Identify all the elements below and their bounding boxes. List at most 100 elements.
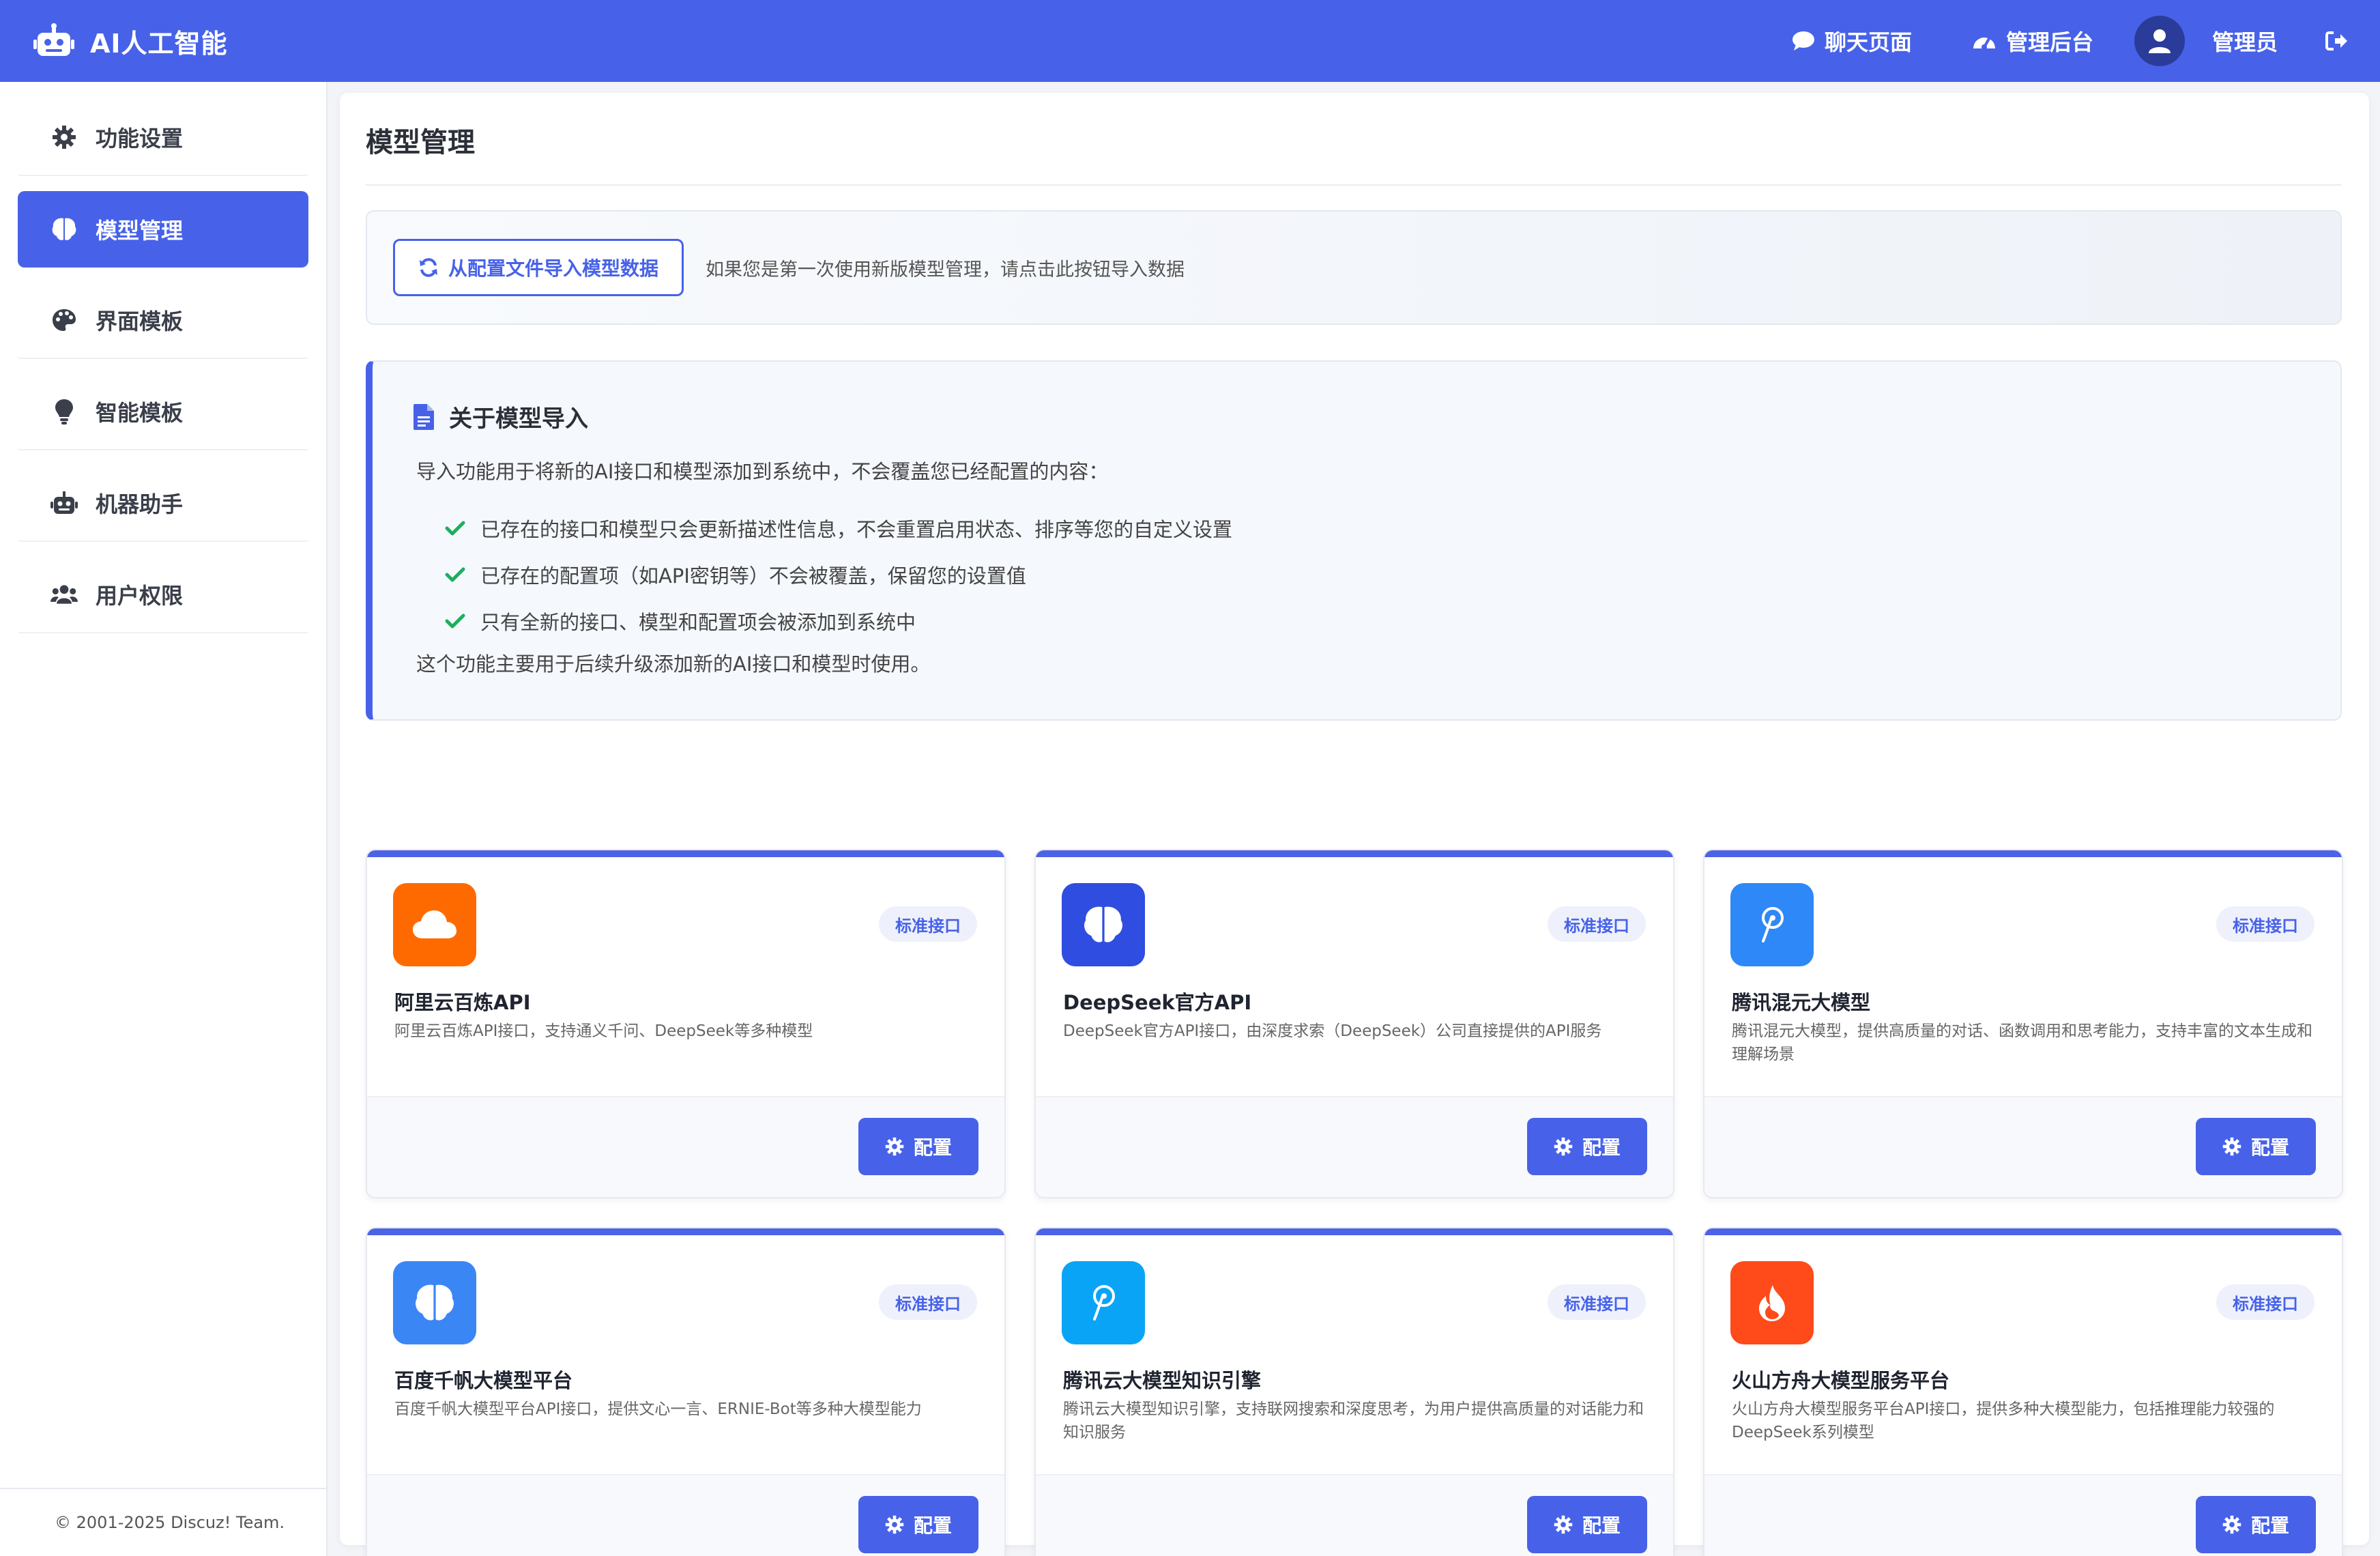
provider-logo [1062,1261,1145,1344]
sidebar-item-ui-templates[interactable]: 界面模板 [18,283,308,359]
username[interactable]: 管理员 [2212,25,2278,57]
gear-icon [1554,1515,1573,1534]
provider-logo [393,883,476,966]
sidebar-item-model-management[interactable]: 模型管理 [18,191,308,268]
import-button-label: 从配置文件导入模型数据 [448,257,659,280]
nav-chat-link[interactable]: 聊天页面 [1792,25,1912,57]
nav-admin-label: 管理后台 [2005,29,2093,55]
provider-name: DeepSeek官方API [1063,991,1252,1014]
sidebar-item-label: 机器助手 [96,491,184,517]
configure-label: 配置 [1582,1514,1621,1537]
logout-button[interactable] [2325,31,2349,51]
sync-icon [420,258,437,277]
provider-description: 腾讯云大模型知识引擎，支持联网搜索和深度思考，为用户提供高质量的对话能力和知识服… [1063,1400,1644,1441]
import-hint: 如果您是第一次使用新版模型管理，请点击此按钮导入数据 [706,259,1185,280]
sidebar-item-label: 智能模板 [96,400,184,426]
provider-card-aliyun: 标准接口 阿里云百炼API 阿里云百炼API接口，支持通义千问、DeepSeek… [366,849,1006,1198]
gear-icon [1554,1137,1573,1156]
brand-title: AI人工智能 [90,28,228,59]
status-badge: 标准接口 [2216,1284,2314,1320]
top-header: AI人工智能 聊天页面 管理后台 管理员 [0,0,2380,82]
configure-button[interactable]: 配置 [2196,1496,2316,1553]
info-point-text: 已存在的接口和模型只会更新描述性信息，不会重置启用状态、排序等您的自定义设置 [480,518,1233,541]
logout-icon [2325,31,2347,51]
info-intro: 导入功能用于将新的AI接口和模型添加到系统中，不会覆盖您已经配置的内容： [416,460,1109,483]
provider-logo [1062,883,1145,966]
info-outro: 这个功能主要用于后续升级添加新的AI接口和模型时使用。 [416,652,931,676]
info-point-text: 只有全新的接口、模型和配置项会被添加到系统中 [480,611,916,634]
check-icon [445,614,465,629]
status-badge: 标准接口 [1548,1284,1646,1320]
card-footer: 配置 [1704,1474,2342,1556]
sidebar: 功能设置 模型管理 界面模板 智能模板 机器助手 用户权限 © 2001-202… [0,82,328,1556]
card-footer: 配置 [367,1474,1004,1556]
brand[interactable]: AI人工智能 [33,23,228,60]
card-accent-bar [1036,1228,1673,1235]
provider-card-deepseek: 标准接口 DeepSeek官方API DeepSeek官方API接口，由深度求索… [1034,849,1674,1198]
configure-button[interactable]: 配置 [2196,1118,2316,1175]
sidebar-item-label: 功能设置 [96,126,184,152]
list-item: 只有全新的接口、模型和配置项会被添加到系统中 [445,598,1232,644]
configure-label: 配置 [913,1514,952,1537]
card-accent-bar [367,1228,1004,1235]
card-accent-bar [367,850,1004,857]
provider-logo [1730,883,1814,966]
provider-logo [393,1261,476,1344]
configure-label: 配置 [2250,1514,2289,1537]
configure-button[interactable]: 配置 [858,1496,978,1553]
import-info-box: 关于模型导入 导入功能用于将新的AI接口和模型添加到系统中，不会覆盖您已经配置的… [366,360,2342,721]
user-icon [2148,29,2171,53]
sidebar-item-smart-templates[interactable]: 智能模板 [18,374,308,450]
brain-icon [416,1284,454,1321]
gear-icon [50,124,78,151]
sidebar-item-user-permissions[interactable]: 用户权限 [18,557,308,633]
configure-label: 配置 [1582,1136,1621,1159]
configure-button[interactable]: 配置 [1527,1496,1647,1553]
gear-icon [2222,1515,2241,1534]
card-footer: 配置 [1036,1096,1673,1197]
avatar[interactable] [2134,16,2185,66]
check-icon [445,521,465,536]
configure-label: 配置 [2250,1136,2289,1159]
hunyuan-icon [1762,907,1784,942]
provider-card-volcengine-ark: 标准接口 火山方舟大模型服务平台 火山方舟大模型服务平台API接口，提供多种大模… [1703,1227,2343,1556]
provider-logo [1730,1261,1814,1344]
info-title-text: 关于模型导入 [449,405,588,433]
card-footer: 配置 [367,1096,1004,1197]
provider-card-tencent-hunyuan: 标准接口 腾讯混元大模型 腾讯混元大模型，提供高质量的对话、函数调用和思考能力，… [1703,849,2343,1198]
info-list: 已存在的接口和模型只会更新描述性信息，不会重置启用状态、排序等您的自定义设置 已… [445,505,1232,644]
fire-icon [1759,1285,1785,1321]
cloud-icon [413,910,456,938]
nav-admin-link[interactable]: 管理后台 [1972,25,2093,57]
provider-description: 腾讯混元大模型，提供高质量的对话、函数调用和思考能力，支持丰富的文本生成和理解场… [1732,1022,2312,1063]
import-models-button[interactable]: 从配置文件导入模型数据 [393,239,684,296]
list-item: 已存在的配置项（如API密钥等）不会被覆盖，保留您的设置值 [445,551,1232,598]
palette-icon [50,306,78,334]
gear-icon [885,1137,904,1156]
configure-button[interactable]: 配置 [1527,1118,1647,1175]
configure-button[interactable]: 配置 [858,1118,978,1175]
status-badge: 标准接口 [879,1284,977,1320]
main-panel: 模型管理 从配置文件导入模型数据 如果您是第一次使用新版模型管理，请点击此按钮导… [340,93,2369,1556]
provider-description: DeepSeek官方API接口，由深度求索（DeepSeek）公司直接提供的AP… [1063,1022,1602,1040]
status-badge: 标准接口 [1548,906,1646,942]
provider-card-baidu-qianfan: 标准接口 百度千帆大模型平台 百度千帆大模型平台API接口，提供文心一言、ERN… [366,1227,1006,1556]
robot-icon [33,23,75,59]
provider-name: 阿里云百炼API [394,991,531,1014]
info-title: 关于模型导入 [413,400,588,433]
card-accent-bar [1704,850,2342,857]
sidebar-item-feature-settings[interactable]: 功能设置 [18,100,308,176]
dashboard-icon [1973,36,1995,50]
provider-name: 腾讯混元大模型 [1732,991,1871,1014]
sidebar-item-label: 用户权限 [96,583,184,609]
status-badge: 标准接口 [879,906,977,942]
sidebar-item-robot-assistant[interactable]: 机器助手 [18,465,308,542]
configure-label: 配置 [913,1136,952,1159]
provider-name: 火山方舟大模型服务平台 [1732,1369,1950,1392]
robot-icon [50,489,78,517]
page-title: 模型管理 [366,120,2342,186]
provider-description: 火山方舟大模型服务平台API接口，提供多种大模型能力，包括推理能力较强的Deep… [1732,1400,2275,1441]
document-icon [413,403,434,430]
provider-name: 腾讯云大模型知识引擎 [1063,1369,1262,1392]
gear-icon [885,1515,904,1534]
